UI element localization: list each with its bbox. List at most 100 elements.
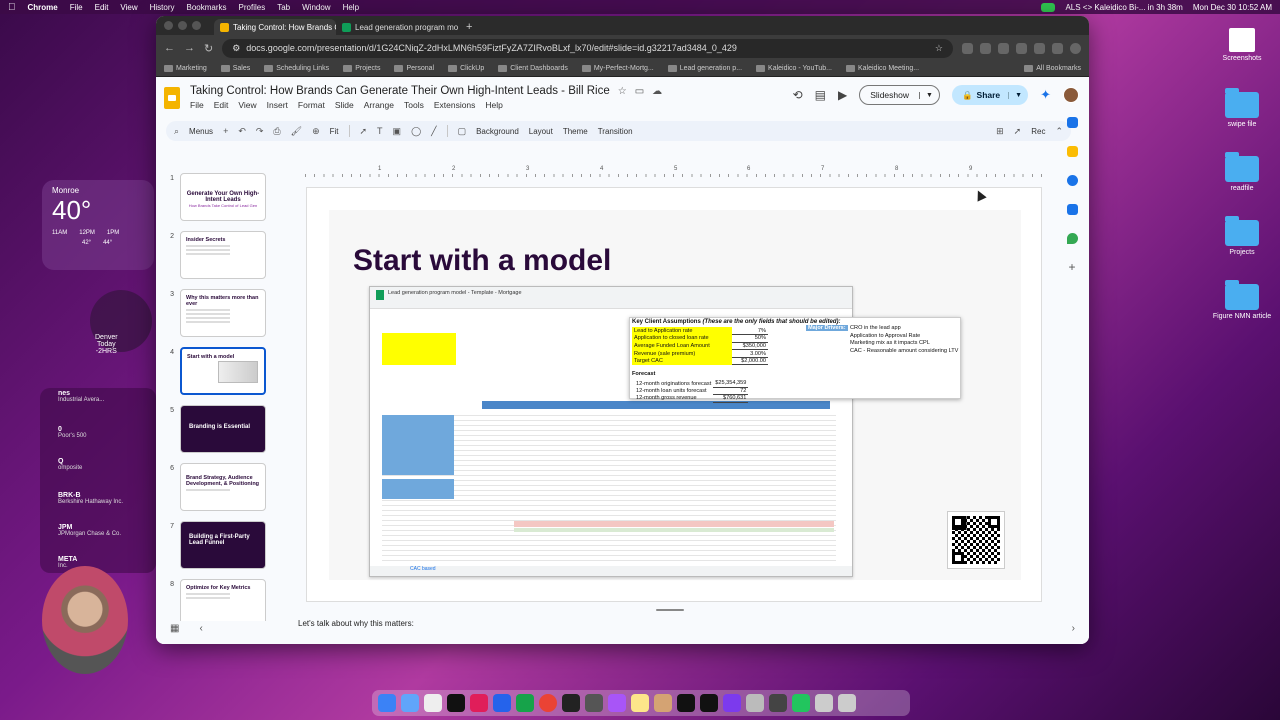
notes-resize-handle[interactable] xyxy=(656,609,684,611)
chrome-icon[interactable] xyxy=(539,694,557,712)
bookmark-item[interactable]: Scheduling Links xyxy=(264,65,329,72)
transition-button[interactable]: Transition xyxy=(598,127,633,136)
weather-widget[interactable]: Monroe 40° 11AM 12PM 1PM 42° 44° xyxy=(42,180,154,270)
comments-icon[interactable]: ▤ xyxy=(815,88,826,102)
notes-icon[interactable] xyxy=(631,694,649,712)
desktop-icon-readfile[interactable]: readfile xyxy=(1207,152,1277,192)
browser-tab-sheets[interactable]: Lead generation program mo ✕ xyxy=(336,19,458,35)
bookmark-item[interactable]: Personal xyxy=(394,65,434,72)
bookmark-item[interactable]: Kaleidico - YouTub... xyxy=(756,65,832,72)
bookmark-item[interactable]: My-Perfect-Mortg... xyxy=(581,65,654,72)
side-panel-toggle-icon[interactable]: › xyxy=(1072,623,1075,634)
slide-thumbnail[interactable]: 6 Brand Strategy, Audience Development, … xyxy=(166,463,276,512)
thumbnail-5[interactable]: Branding is Essential xyxy=(180,405,266,453)
new-slide-icon[interactable]: + xyxy=(223,126,228,136)
menu-insert[interactable]: Insert xyxy=(267,100,288,110)
thumbnail-6[interactable]: Brand Strategy, Audience Development, & … xyxy=(180,463,266,511)
mail-icon[interactable] xyxy=(401,694,419,712)
back-icon[interactable]: ← xyxy=(164,42,175,54)
speaker-notes[interactable]: Let's talk about why this matters: xyxy=(286,609,1049,641)
comment-icon[interactable]: ▢ xyxy=(458,126,467,137)
desktop-icon-projects[interactable]: Projects xyxy=(1207,216,1277,256)
maximize-window-icon[interactable] xyxy=(192,21,201,30)
menu-tools[interactable]: Tools xyxy=(404,100,424,110)
facetime-icon[interactable] xyxy=(1041,2,1056,12)
menubar-item-window[interactable]: Window xyxy=(302,3,330,12)
slides-logo-icon[interactable] xyxy=(164,87,180,109)
star-icon[interactable]: ☆ xyxy=(618,86,627,97)
maps-icon[interactable] xyxy=(1066,233,1078,244)
undo-icon[interactable]: ↶ xyxy=(238,126,246,137)
avatar[interactable] xyxy=(1063,87,1079,103)
image-icon[interactable]: ▣ xyxy=(393,126,402,137)
slideshow-button[interactable]: Slideshow ▼ xyxy=(859,85,940,105)
share-button[interactable]: 🔒 Share ▼ xyxy=(951,85,1029,105)
downloads-icon[interactable] xyxy=(815,694,833,712)
contacts-icon[interactable] xyxy=(1066,204,1078,215)
zoom-icon[interactable] xyxy=(493,694,511,712)
settings-icon[interactable] xyxy=(723,694,741,712)
menubar-item-file[interactable]: File xyxy=(70,3,83,12)
bookmark-item[interactable]: Lead generation p... xyxy=(667,65,742,72)
slide-thumbnail[interactable]: 1 Generate Your Own High-Intent Leads Ho… xyxy=(166,173,276,222)
menubar-app-name[interactable]: Chrome xyxy=(28,3,58,12)
assumptions-callout[interactable]: Key Client Assumptions (These are the on… xyxy=(629,317,961,403)
tasks-icon[interactable] xyxy=(1066,175,1078,186)
menu-help[interactable]: Help xyxy=(485,100,502,110)
menubar-datetime[interactable]: Mon Dec 30 10:52 AM xyxy=(1193,3,1272,12)
forward-icon[interactable]: → xyxy=(184,42,195,54)
text-box-icon[interactable]: T xyxy=(377,126,383,136)
figma-icon[interactable] xyxy=(608,694,626,712)
extension-icon[interactable] xyxy=(980,42,991,54)
calendar-icon[interactable] xyxy=(1066,117,1078,128)
bookmark-item[interactable]: Marketing xyxy=(164,65,207,72)
menubar-item-tab[interactable]: Tab xyxy=(277,3,290,12)
slide-title[interactable]: Start with a model xyxy=(353,244,611,278)
menu-extensions[interactable]: Extensions xyxy=(434,100,476,110)
apple-icon[interactable]:  xyxy=(8,2,16,13)
slide-thumbnail[interactable]: 7 Building a First-Party Lead Funnel xyxy=(166,521,276,570)
meeting-status[interactable]: ALS <> Kaleidico Bi-... in 3h 38m xyxy=(1065,3,1182,12)
grid-view-icon[interactable]: ▦ xyxy=(170,623,179,634)
menu-view[interactable]: View xyxy=(238,100,256,110)
meet-icon[interactable]: ▶ xyxy=(838,88,847,102)
url-bar[interactable]: ⚙ docs.google.com/presentation/d/1G24CNi… xyxy=(222,38,953,58)
history-icon[interactable]: ⟲ xyxy=(793,88,803,102)
bookmark-item[interactable]: Sales xyxy=(220,65,250,72)
slack-icon[interactable] xyxy=(470,694,488,712)
menu-edit[interactable]: Edit xyxy=(214,100,229,110)
menubar-item-profiles[interactable]: Profiles xyxy=(239,3,266,12)
app-icon[interactable] xyxy=(769,694,787,712)
app-icon[interactable] xyxy=(677,694,695,712)
calendar-icon[interactable] xyxy=(424,694,442,712)
print-icon[interactable]: ⎙ xyxy=(273,126,280,137)
slide-thumbnail[interactable]: 5 Branding is Essential xyxy=(166,405,276,454)
paint-format-icon[interactable]: 🖌 xyxy=(291,126,302,137)
bookmark-item[interactable]: Projects xyxy=(343,65,380,72)
collapse-filmstrip-icon[interactable]: ‹ xyxy=(199,623,202,634)
thumbnail-7[interactable]: Building a First-Party Lead Funnel xyxy=(180,521,266,569)
preview-icon[interactable] xyxy=(746,694,764,712)
slide-thumbnail[interactable]: 4 Start with a model xyxy=(166,347,276,396)
menubar-item-history[interactable]: History xyxy=(150,3,175,12)
app-icon[interactable] xyxy=(654,694,672,712)
extension-icon[interactable] xyxy=(1034,42,1045,54)
gemini-icon[interactable]: ✦ xyxy=(1040,87,1051,103)
search-icon[interactable]: ⌕ xyxy=(174,126,179,137)
menubar-item-bookmarks[interactable]: Bookmarks xyxy=(187,3,227,12)
slide-thumbnail[interactable]: 8 Optimize for Key Metrics xyxy=(166,579,276,621)
horizontal-ruler[interactable]: 1 2 3 4 5 6 7 8 9 xyxy=(305,166,1045,177)
zoom-icon[interactable]: ⊕ xyxy=(312,126,320,137)
add-addon-icon[interactable]: + xyxy=(1067,261,1078,273)
theme-button[interactable]: Theme xyxy=(563,127,588,136)
select-icon[interactable]: ➚ xyxy=(360,126,368,137)
extension-icon[interactable] xyxy=(1052,42,1063,54)
chatgpt-icon[interactable] xyxy=(562,694,580,712)
thumbnail-8[interactable]: Optimize for Key Metrics xyxy=(180,579,266,621)
layout-button[interactable]: Layout xyxy=(529,127,553,136)
bookmark-item[interactable]: ClickUp xyxy=(448,65,484,72)
window-controls[interactable] xyxy=(164,21,201,30)
all-bookmarks[interactable]: All Bookmarks xyxy=(1024,65,1081,72)
cloud-saved-icon[interactable]: ☁ xyxy=(652,86,662,97)
insert-icon[interactable]: ⊞ xyxy=(996,126,1004,137)
